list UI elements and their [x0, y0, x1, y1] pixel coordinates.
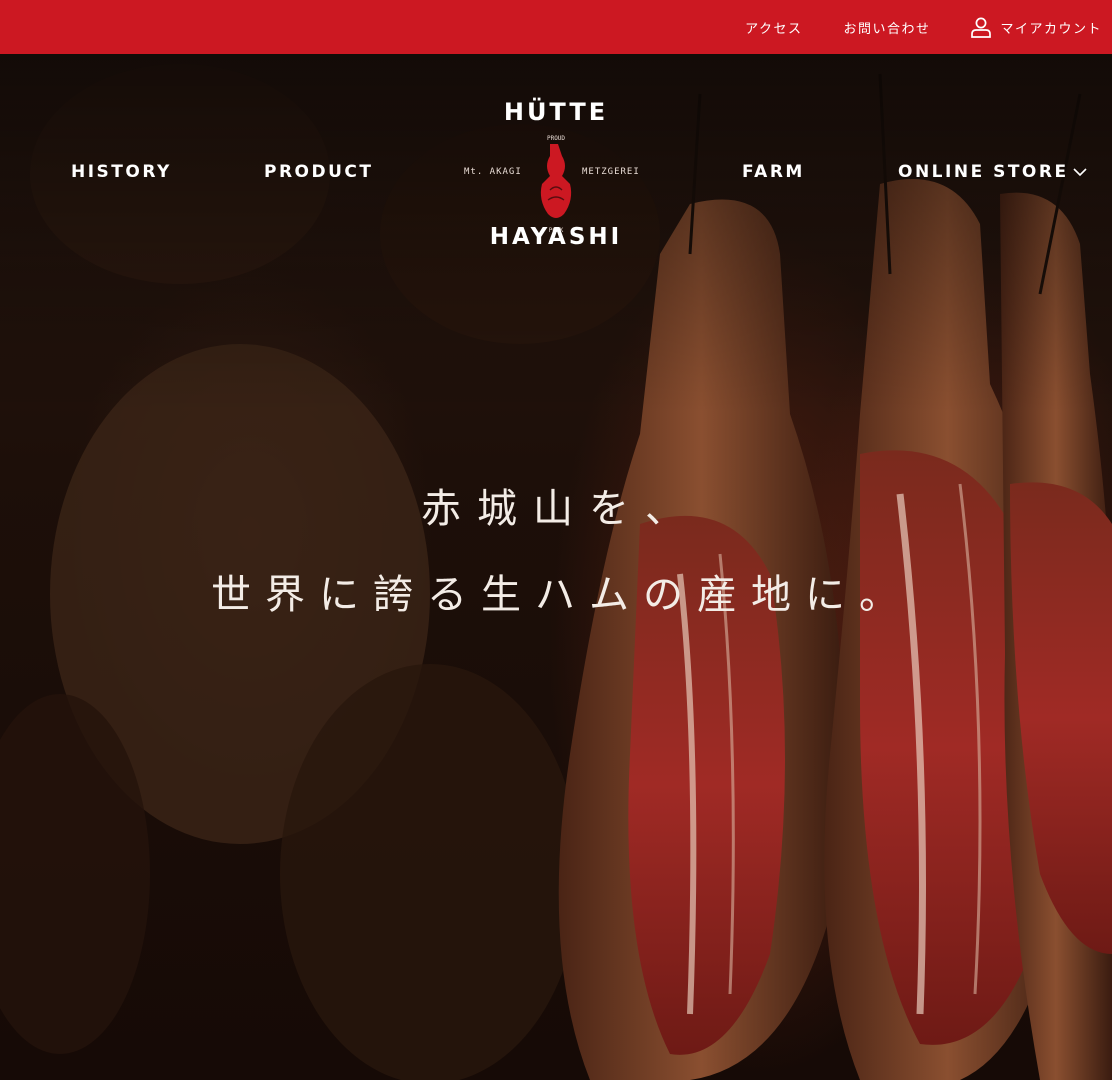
logo-left-text: Mt. AKAGI	[464, 167, 522, 177]
logo-small-top: PROUD	[547, 135, 565, 142]
nav-history[interactable]: HISTORY	[71, 162, 172, 182]
my-account-link[interactable]: マイアカウント	[970, 16, 1102, 38]
top-utility-bar: アクセス お問い合わせ マイアカウント	[0, 0, 1112, 54]
nav-online-store-label: ONLINE STORE	[898, 162, 1069, 182]
hero-section: HISTORY PRODUCT FARM ONLINE STORE HÜTTE …	[0, 54, 1112, 1080]
logo-right-text: METZGEREI	[582, 167, 640, 177]
hero-tagline-line-1: 赤城山を、	[421, 486, 701, 532]
chevron-down-icon	[1073, 168, 1087, 177]
my-account-label: マイアカウント	[1000, 21, 1102, 37]
contact-link[interactable]: お問い合わせ	[843, 18, 930, 37]
nav-product[interactable]: PRODUCT	[264, 162, 374, 182]
hero-tagline-line-2: 世界に誇る生ハムの産地に。	[211, 572, 913, 618]
user-icon	[971, 17, 992, 38]
brand-logo[interactable]: HÜTTE PROUD PORK Mt. AKAGI METZGEREI HAY…	[458, 96, 654, 274]
access-link[interactable]: アクセス	[745, 18, 802, 37]
nav-farm[interactable]: FARM	[742, 162, 805, 182]
nav-online-store[interactable]: ONLINE STORE	[898, 162, 1087, 182]
logo-bottom-text: HAYASHI	[489, 224, 623, 250]
